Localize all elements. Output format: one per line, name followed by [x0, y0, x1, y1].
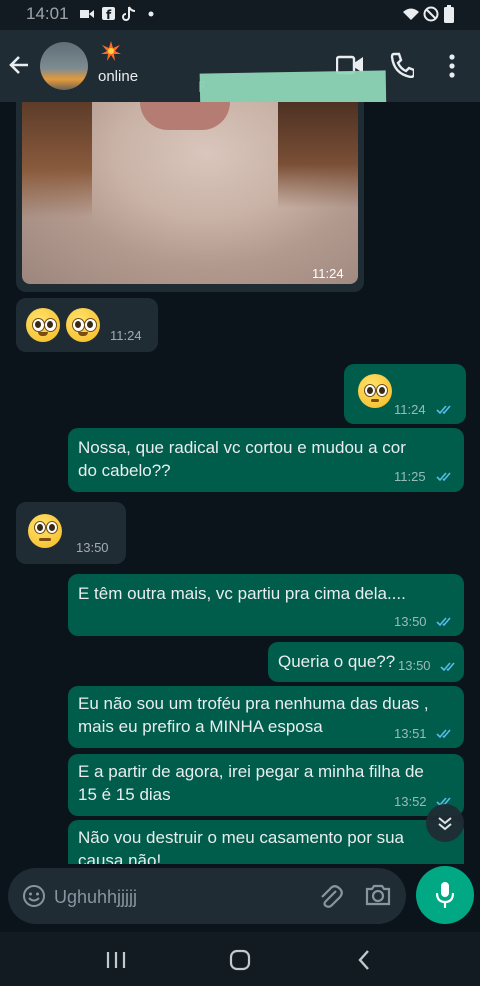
message-time: 13:51	[394, 726, 427, 741]
message-text-line: do cabelo??	[78, 461, 171, 480]
status-bar: 14:01 f	[0, 0, 480, 30]
message-time: 13:50	[398, 658, 431, 673]
read-ticks-icon	[436, 405, 451, 415]
dnd-icon	[423, 6, 439, 22]
message-text-line: 15 é 15 dias	[78, 785, 171, 804]
outgoing-text-message[interactable]: Nossa, que radical vc cortou e mudou a c…	[68, 428, 464, 492]
battery-icon	[444, 5, 454, 23]
read-ticks-icon	[436, 617, 451, 627]
message-input[interactable]	[52, 882, 296, 912]
shared-photo[interactable]	[22, 102, 358, 284]
outgoing-text-message[interactable]: E a partir de agora, irei pegar a minha …	[68, 754, 464, 816]
back-icon[interactable]	[356, 948, 372, 972]
message-time: 11:25	[394, 469, 426, 484]
outgoing-text-message[interactable]: Queria o que?? 13:50	[268, 642, 464, 682]
video-icon	[80, 10, 94, 18]
incoming-emoji-message[interactable]: 11:24	[16, 298, 158, 352]
read-ticks-icon	[440, 662, 455, 672]
status-time: 14:01	[26, 4, 69, 23]
voice-call-icon[interactable]	[390, 52, 414, 78]
message-time: 13:52	[394, 794, 427, 809]
message-text-line: Eu não sou um troféu pra nenhuma das dua…	[78, 694, 429, 713]
message-list[interactable]: 11:24 11:24 11:24 Nossa, que radical vc …	[0, 102, 480, 864]
avatar[interactable]	[40, 42, 88, 90]
tiktok-icon	[122, 6, 136, 21]
arrow-left-icon[interactable]	[8, 50, 34, 80]
system-nav-bar	[0, 932, 480, 986]
pleading-face-emoji-icon	[26, 308, 60, 342]
explosion-emoji-icon	[101, 41, 121, 61]
read-ticks-icon	[436, 729, 451, 739]
read-ticks-icon	[436, 472, 451, 482]
scroll-to-bottom-button[interactable]	[426, 804, 464, 842]
message-text: Queria o que??	[278, 652, 396, 671]
contact-status: online	[98, 68, 139, 85]
message-time: 11:24	[394, 402, 426, 417]
mic-icon	[435, 882, 455, 908]
message-composer	[8, 868, 406, 924]
image-message[interactable]: 11:24	[16, 102, 364, 292]
message-time: 11:24	[110, 328, 142, 343]
message-text-line: Não vou destruir o meu casamento por sua	[78, 828, 405, 847]
recents-icon[interactable]	[104, 950, 128, 970]
rolling-eyes-emoji-icon	[28, 514, 62, 548]
message-time: 11:24	[312, 266, 344, 281]
outgoing-emoji-message[interactable]: 11:24	[344, 364, 466, 424]
incoming-emoji-message[interactable]: 13:50	[16, 502, 126, 564]
message-text-line: mais eu prefiro a MINHA esposa	[78, 717, 323, 736]
outgoing-text-message[interactable]: Não vou destruir o meu casamento por sua…	[68, 820, 464, 864]
emoji-icon[interactable]	[22, 884, 46, 908]
pleading-face-emoji-icon	[66, 308, 100, 342]
more-vert-icon[interactable]	[448, 54, 456, 78]
facebook-icon: f	[102, 7, 115, 20]
message-text-line: E a partir de agora, irei pegar a minha …	[78, 762, 424, 781]
flushed-face-emoji-icon	[358, 374, 392, 408]
svg-text:f: f	[106, 8, 112, 20]
mic-button[interactable]	[416, 866, 474, 924]
outgoing-text-message[interactable]: Eu não sou um troféu pra nenhuma das dua…	[68, 686, 464, 748]
double-chevron-down-icon	[438, 817, 452, 831]
wifi-icon	[403, 8, 419, 20]
dot-icon	[148, 11, 154, 17]
message-time: 13:50	[394, 614, 427, 629]
home-icon[interactable]	[228, 948, 252, 972]
message-text-line: Nossa, que radical vc cortou e mudou a c…	[78, 438, 406, 457]
message-time: 13:50	[76, 540, 109, 555]
outgoing-text-message[interactable]: E têm outra mais, vc partiu pra cima del…	[68, 574, 464, 636]
message-text-line: causa não!	[78, 851, 162, 864]
message-text: E têm outra mais, vc partiu pra cima del…	[78, 584, 406, 603]
camera-icon[interactable]	[364, 883, 392, 907]
paperclip-icon[interactable]	[318, 882, 344, 910]
